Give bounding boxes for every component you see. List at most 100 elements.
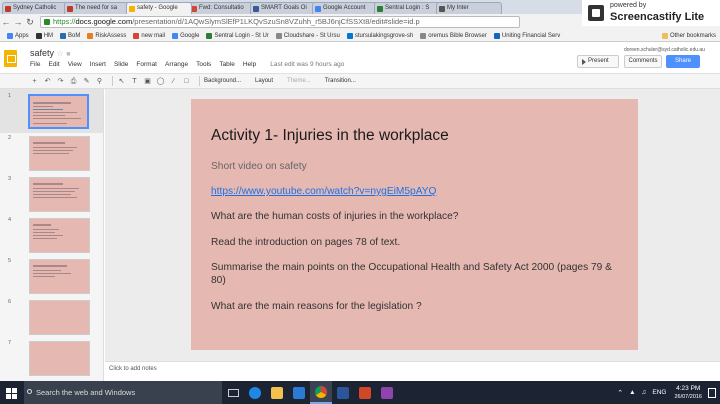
slide-thumbnail-2[interactable] (29, 136, 90, 171)
taskbar-search[interactable]: Search the web and Windows (24, 381, 222, 404)
slide-thumbnail-3[interactable] (29, 177, 90, 212)
bookmark-item[interactable]: BoM (60, 32, 80, 39)
clock[interactable]: 4:23 PM 26/07/2016 (674, 385, 702, 401)
menu-insert[interactable]: Insert (90, 61, 106, 68)
bookmark-item[interactable]: Apps (7, 32, 29, 39)
browser-tab[interactable]: Fwd: Consultatio (188, 2, 254, 14)
slides-logo-icon[interactable] (4, 50, 17, 67)
browser-tab-active[interactable]: safety - Google (126, 2, 192, 14)
bookmark-item[interactable]: Uniting Financial Serv (493, 32, 560, 39)
folder-icon[interactable]: ■ (66, 51, 70, 58)
tab-favicon (129, 6, 135, 12)
slide-video-link[interactable]: https://www.youtube.com/watch?v=nygEiM5p… (211, 185, 621, 198)
thumb-line (33, 112, 77, 113)
back-arrow-icon[interactable]: ← (0, 16, 12, 28)
app-icon[interactable] (376, 381, 398, 404)
powerpoint-icon[interactable] (354, 381, 376, 404)
slide-text-line[interactable]: What are the main reasons for the legisl… (211, 300, 621, 313)
redo-icon[interactable]: ↷ (56, 77, 65, 86)
slide-thumbnail-1[interactable] (28, 94, 89, 129)
url-input[interactable]: https://docs.google.com/presentation/d/1… (40, 16, 520, 28)
reload-icon[interactable]: ↻ (24, 16, 36, 28)
store-icon[interactable] (288, 381, 310, 404)
bookmark-favicon (346, 32, 353, 39)
file-explorer-icon[interactable] (266, 381, 288, 404)
menu-file[interactable]: File (30, 61, 40, 68)
browser-tab[interactable]: Google Account (312, 2, 378, 14)
slide-title[interactable]: Activity 1- Injuries in the workplace (211, 127, 449, 145)
slide-text-line[interactable]: Short video on safety (211, 160, 621, 173)
menu-slide[interactable]: Slide (114, 61, 128, 68)
forward-arrow-icon[interactable]: → (12, 16, 24, 28)
speaker-notes[interactable]: Click to add notes (105, 361, 720, 381)
layout-button[interactable]: Layout (255, 78, 273, 84)
browser-tab[interactable]: Sydney Catholic (2, 2, 68, 14)
edge-glyph (249, 386, 261, 399)
thumb-line (33, 118, 81, 119)
bookmark-item[interactable]: HM (35, 32, 53, 39)
background-button[interactable]: Background... (204, 78, 241, 84)
browser-tab[interactable]: My Inter (436, 2, 502, 14)
star-icon[interactable]: ☆ (57, 49, 64, 58)
tab-favicon (5, 6, 11, 12)
slide-text-line[interactable]: Summarise the main points on the Occupat… (211, 261, 621, 287)
windows-start-icon[interactable] (0, 381, 22, 404)
menu-arrange[interactable]: Arrange (165, 61, 188, 68)
powerpoint-glyph (359, 386, 371, 399)
textbox-icon[interactable]: T (130, 77, 139, 86)
zoom-icon[interactable]: ⚲ (95, 77, 104, 86)
slide-text-line[interactable]: What are the human costs of injuries in … (211, 210, 621, 223)
notifications-icon[interactable] (708, 387, 716, 398)
tray-chevron-icon[interactable]: ⌃ (617, 389, 623, 397)
menu-tools[interactable]: Tools (196, 61, 211, 68)
network-icon[interactable]: ▲ (629, 389, 635, 396)
document-title-text: safety (30, 48, 55, 58)
image-icon[interactable]: ▣ (143, 77, 152, 86)
slide-thumbnail-5[interactable] (29, 259, 90, 294)
bookmark-item[interactable]: RiskAssess (87, 32, 126, 39)
start-logo-pane (12, 394, 17, 399)
select-cursor-icon[interactable]: ↖ (117, 77, 126, 86)
bookmark-item[interactable]: stursulakingsgrove-sh (346, 32, 413, 39)
share-button[interactable]: Share (666, 55, 700, 68)
other-bookmarks[interactable]: Other bookmarks (661, 32, 716, 39)
browser-tab[interactable]: The need for sa (64, 2, 130, 14)
bookmark-item[interactable]: Cloudshare - St Ursu (275, 32, 340, 39)
print-icon[interactable]: ⎙ (69, 77, 78, 86)
edge-browser-icon[interactable] (244, 381, 266, 404)
menu-view[interactable]: View (68, 61, 82, 68)
task-view-icon[interactable] (222, 381, 244, 404)
menu-help[interactable]: Help (243, 61, 256, 68)
add-slide-icon[interactable]: + (30, 77, 39, 86)
paint-format-icon[interactable]: ✎ (82, 77, 91, 86)
slide-text-line[interactable]: Read the introduction on pages 78 of tex… (211, 236, 621, 249)
document-title[interactable]: safety ☆ ■ (30, 48, 70, 58)
bookmark-item[interactable]: Sentral Login - St Ur (206, 32, 269, 39)
bookmark-item[interactable]: Google (172, 32, 199, 39)
language-indicator[interactable]: ENG (652, 389, 666, 396)
volume-icon[interactable]: ♫ (642, 389, 647, 396)
comment-icon[interactable]: □ (182, 77, 191, 86)
undo-icon[interactable]: ↶ (43, 77, 52, 86)
slide-thumbnail-4[interactable] (29, 218, 90, 253)
menu-format[interactable]: Format (136, 61, 157, 68)
transition-button[interactable]: Transition... (325, 78, 356, 84)
menu-table[interactable]: Table (219, 61, 235, 68)
shape-icon[interactable]: ◯ (156, 77, 165, 86)
word-icon[interactable] (332, 381, 354, 404)
slide-thumbnail-7[interactable] (29, 341, 90, 376)
tab-favicon (315, 6, 321, 12)
last-edit-status[interactable]: Last edit was 9 hours ago (270, 61, 344, 68)
thumb-line (33, 147, 77, 148)
bookmark-item[interactable]: new mail (133, 32, 165, 39)
line-icon[interactable]: ∕ (169, 77, 178, 86)
bookmark-item[interactable]: oremus Bible Browser (420, 32, 487, 39)
slide-thumbnail-6[interactable] (29, 300, 90, 335)
menu-edit[interactable]: Edit (48, 61, 59, 68)
browser-tab[interactable]: SMART Goals Oi (250, 2, 316, 14)
present-button[interactable]: Present (577, 55, 619, 68)
browser-tab[interactable]: Sentral Login : S (374, 2, 440, 14)
chrome-icon[interactable] (310, 381, 332, 404)
theme-button[interactable]: Theme... (287, 78, 311, 84)
comments-button[interactable]: Comments (624, 55, 662, 68)
